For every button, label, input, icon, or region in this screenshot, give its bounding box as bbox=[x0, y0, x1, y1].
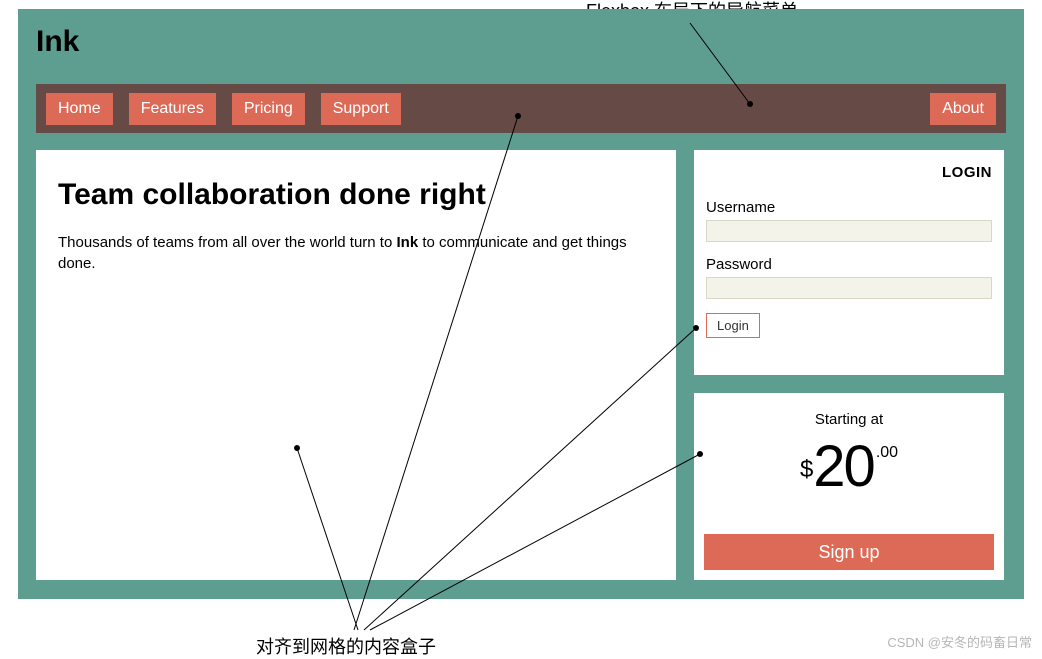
nav-pricing[interactable]: Pricing bbox=[232, 93, 305, 125]
login-panel: LOGIN Username Password Login bbox=[694, 150, 1004, 375]
hero-panel: Team collaboration done right Thousands … bbox=[36, 150, 676, 580]
login-button[interactable]: Login bbox=[706, 313, 760, 338]
price-cents: .00 bbox=[876, 444, 898, 462]
nav-features[interactable]: Features bbox=[129, 93, 216, 125]
hero-lead-brand: Ink bbox=[397, 234, 419, 251]
price-display: $ 20 .00 bbox=[694, 438, 1004, 496]
nav-about[interactable]: About bbox=[930, 93, 996, 125]
app-frame: Ink Home Features Pricing Support About … bbox=[18, 9, 1024, 599]
nav-home[interactable]: Home bbox=[46, 93, 113, 125]
annotation-bottom: 对齐到网格的内容盒子 bbox=[256, 633, 436, 659]
hero-lead-pre: Thousands of teams from all over the wor… bbox=[58, 234, 397, 251]
price-amount: 20 bbox=[813, 438, 874, 496]
nav-bar: Home Features Pricing Support About bbox=[36, 84, 1006, 133]
pricing-starting: Starting at bbox=[694, 411, 1004, 428]
app-logo: Ink bbox=[36, 25, 79, 59]
password-label: Password bbox=[706, 256, 992, 273]
signup-button[interactable]: Sign up bbox=[704, 534, 994, 570]
nav-support[interactable]: Support bbox=[321, 93, 401, 125]
password-input[interactable] bbox=[706, 277, 992, 299]
username-input[interactable] bbox=[706, 220, 992, 242]
login-title: LOGIN bbox=[706, 164, 992, 181]
username-label: Username bbox=[706, 199, 992, 216]
watermark: CSDN @安冬的码畜日常 bbox=[887, 632, 1032, 651]
hero-lead: Thousands of teams from all over the wor… bbox=[58, 232, 654, 274]
price-currency: $ bbox=[800, 456, 813, 484]
pricing-panel: Starting at $ 20 .00 Sign up bbox=[694, 393, 1004, 580]
hero-title: Team collaboration done right bbox=[58, 178, 654, 212]
